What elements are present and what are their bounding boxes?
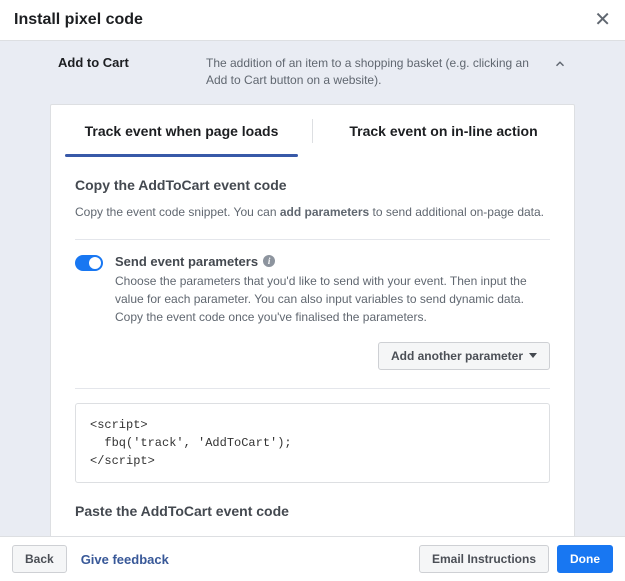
add-param-row: Add another parameter [75,342,550,370]
divider [75,388,550,389]
modal-body: Add to Cart The addition of an item to a… [0,41,625,539]
footer-left: Back Give feedback [12,545,169,573]
give-feedback-link[interactable]: Give feedback [81,552,169,567]
tab-content: Copy the AddToCart event code Copy the e… [51,157,574,539]
event-accordion-header[interactable]: Add to Cart The addition of an item to a… [50,41,575,104]
tab-bar: Track event when page loads Track event … [51,105,574,157]
add-parameter-button[interactable]: Add another parameter [378,342,550,370]
code-snippet[interactable]: <script> fbq('track', 'AddToCart'); </sc… [75,403,550,483]
tab-page-load[interactable]: Track event when page loads [51,105,312,157]
footer-right: Email Instructions Done [419,545,613,573]
send-params-desc: Choose the parameters that you'd like to… [115,272,550,326]
modal-header: Install pixel code ✕ [0,0,625,41]
divider [75,239,550,240]
modal-footer: Back Give feedback Email Instructions Do… [0,536,625,581]
copy-section-desc: Copy the event code snippet. You can add… [75,203,550,221]
event-name: Add to Cart [58,55,194,70]
tab-inline-action[interactable]: Track event on in-line action [313,105,574,157]
send-params-row: Send event parameters i Choose the param… [75,254,550,326]
event-config-card: Track event when page loads Track event … [50,104,575,539]
email-instructions-button[interactable]: Email Instructions [419,545,549,573]
page-title: Install pixel code [14,11,143,29]
event-description: The addition of an item to a shopping ba… [206,55,541,90]
chevron-up-icon [553,57,567,71]
info-icon[interactable]: i [263,255,275,267]
back-button[interactable]: Back [12,545,67,573]
copy-section-title: Copy the AddToCart event code [75,177,550,193]
paste-section-title: Paste the AddToCart event code [75,503,550,519]
caret-down-icon [529,353,537,358]
close-icon[interactable]: ✕ [594,10,611,30]
send-params-label: Send event parameters i [115,254,550,269]
done-button[interactable]: Done [557,545,613,573]
send-params-toggle[interactable] [75,255,103,271]
